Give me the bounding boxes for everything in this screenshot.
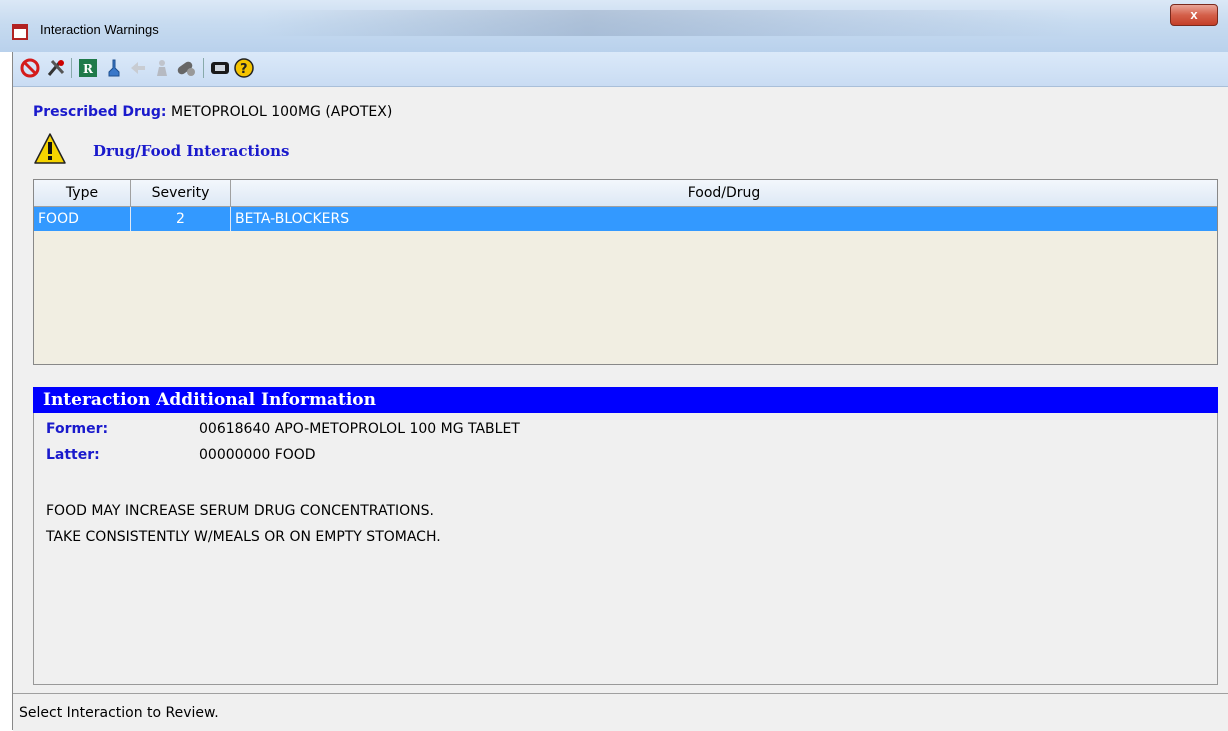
- status-text: Select Interaction to Review.: [19, 705, 219, 721]
- warning-icon: [33, 132, 67, 166]
- window-title: Interaction Warnings: [40, 22, 159, 37]
- former-label: Former:: [46, 421, 109, 437]
- prescribed-drug: Prescribed Drug: METOPROLOL 100MG (APOTE…: [33, 104, 392, 120]
- close-button[interactable]: x: [1170, 4, 1218, 26]
- title-bar[interactable]: Interaction Warnings x: [0, 0, 1228, 52]
- info-line-2: TAKE CONSISTENTLY W/MEALS OR ON EMPTY ST…: [46, 529, 441, 545]
- latter-label: Latter:: [46, 447, 100, 463]
- title-bar-sheen: [260, 10, 1080, 36]
- table-row[interactable]: FOOD 2 BETA-BLOCKERS: [34, 207, 1217, 231]
- cell-type: FOOD: [34, 207, 131, 231]
- svg-text:?: ?: [240, 62, 248, 77]
- help-icon[interactable]: ?: [233, 57, 255, 79]
- prescribed-drug-value: METOPROLOL 100MG (APOTEX): [170, 104, 393, 120]
- stop-icon[interactable]: [19, 57, 41, 79]
- cell-severity: 2: [131, 207, 231, 231]
- info-panel: Former: 00618640 APO-METOPROLOL 100 MG T…: [33, 413, 1218, 685]
- person-disabled-icon: [151, 57, 173, 79]
- info-line-1: FOOD MAY INCREASE SERUM DRUG CONCENTRATI…: [46, 503, 434, 519]
- pills-icon[interactable]: [175, 57, 197, 79]
- back-disabled-icon: [127, 57, 149, 79]
- grid-header: Type Severity Food/Drug: [34, 180, 1217, 207]
- toolbar: R ?: [13, 52, 1228, 87]
- toolbar-separator: [203, 58, 204, 78]
- latter-value: 00000000 FOOD: [199, 447, 316, 463]
- info-header: Interaction Additional Information: [33, 387, 1218, 413]
- svg-text:R: R: [83, 62, 94, 76]
- status-bar: Select Interaction to Review.: [13, 693, 1228, 731]
- column-header-food-drug[interactable]: Food/Drug: [231, 180, 1217, 206]
- dropper-icon[interactable]: [103, 57, 125, 79]
- column-header-type[interactable]: Type: [34, 180, 131, 206]
- screen-icon[interactable]: [209, 57, 231, 79]
- cell-food-drug: BETA-BLOCKERS: [235, 211, 350, 227]
- prescribed-drug-label: Prescribed Drug:: [33, 104, 167, 120]
- tools-icon[interactable]: [45, 57, 67, 79]
- window-icon: [12, 24, 28, 40]
- interaction-grid[interactable]: Type Severity Food/Drug FOOD 2 BETA-BLOC…: [33, 179, 1218, 365]
- toolbar-separator: [71, 58, 72, 78]
- window-client: R ? Prescribed Drug: METOPROLOL 100MG (A…: [12, 52, 1228, 731]
- section-title: Drug/Food Interactions: [93, 142, 290, 160]
- rx-icon[interactable]: R: [77, 57, 99, 79]
- former-value: 00618640 APO-METOPROLOL 100 MG TABLET: [199, 421, 520, 437]
- column-header-severity[interactable]: Severity: [131, 180, 231, 206]
